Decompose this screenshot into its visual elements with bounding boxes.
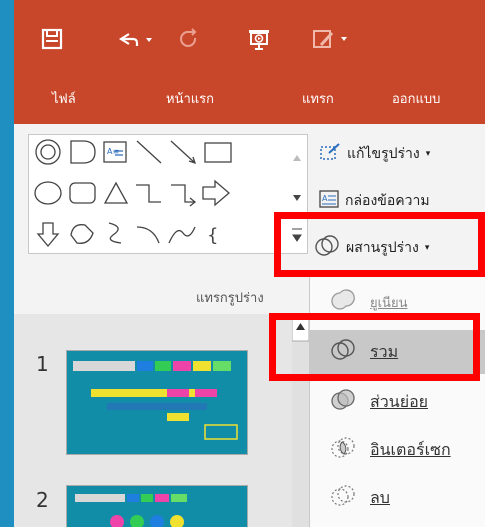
slide-thumbnail-1[interactable] <box>66 350 248 455</box>
highlight-merge-shapes <box>274 212 485 277</box>
edit-shape-icon <box>319 142 341 166</box>
menu-item-label: ยูเนียน <box>370 295 408 311</box>
save-icon[interactable] <box>36 22 68 56</box>
tab-file[interactable]: ไฟล์ <box>52 88 76 109</box>
slide-number: 1 <box>36 352 49 376</box>
chevron-down-icon: ▾ <box>425 149 431 159</box>
title-bar <box>14 0 485 72</box>
merge-shapes-menu: ยูเนียน รวม ส่วนย่อย อินเตอร์เซก ลบ <box>309 272 485 527</box>
text-box-icon: A <box>319 190 339 212</box>
menu-item-subtract[interactable]: ลบ <box>310 476 485 520</box>
menu-item-label: อินเตอร์เซก <box>370 439 451 459</box>
intersect-icon <box>330 436 356 464</box>
text-box-label: กล่องข้อความ <box>345 193 430 209</box>
menu-item-fragment[interactable]: ส่วนย่อย <box>310 380 485 424</box>
text-box-button[interactable]: A กล่องข้อความ <box>319 190 430 212</box>
menu-item-label: ลบ <box>370 487 390 507</box>
slide-number: 2 <box>36 488 49 512</box>
redo-icon[interactable] <box>174 22 204 56</box>
tab-design[interactable]: ออกแบบ <box>392 88 440 109</box>
shapes-gallery[interactable]: A≡ { <box>28 134 289 254</box>
insert-shapes-group-label: แทรกรูปร่าง <box>196 291 264 306</box>
present-from-start-icon[interactable] <box>242 22 276 56</box>
menu-item-label: ส่วนย่อย <box>370 391 429 411</box>
draw-icon[interactable] <box>310 22 352 56</box>
edit-shape-button[interactable]: แก้ไขรูปร่าง ▾ <box>319 142 430 166</box>
fragment-icon <box>330 388 356 416</box>
powerpoint-window: ไฟล์ หน้าแรก แทรก ออกแบบ A≡ {แทรกรูปร่า… <box>14 0 485 527</box>
svg-text:{: { <box>207 225 218 246</box>
edit-shape-label: แก้ไขรูปร่าง <box>347 146 420 162</box>
union-icon <box>330 288 356 316</box>
svg-text:A: A <box>322 194 328 203</box>
tab-home[interactable]: หน้าแรก <box>166 88 214 109</box>
highlight-combine <box>269 313 480 381</box>
menu-item-intersect[interactable]: อินเตอร์เซก <box>310 428 485 472</box>
undo-icon[interactable] <box>114 22 156 56</box>
subtract-icon <box>330 484 356 512</box>
slide-thumbnail-2[interactable] <box>66 485 248 527</box>
tab-insert[interactable]: แทรก <box>302 88 334 109</box>
